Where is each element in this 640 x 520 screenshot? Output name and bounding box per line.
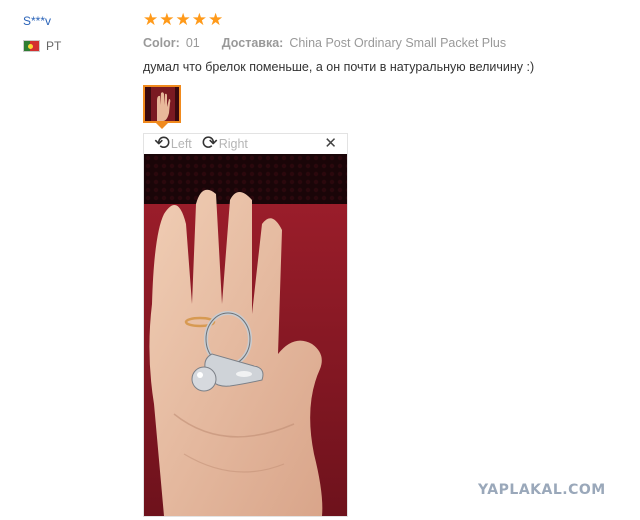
review-photo-thumbnail[interactable] — [143, 85, 181, 123]
country-code: PT — [46, 39, 62, 53]
star-icon: ★ — [191, 10, 207, 29]
star-icon: ★ — [143, 10, 159, 29]
rotate-right-label: Right — [218, 137, 248, 151]
photo-viewer: ⟲ Left ⟳ Right ✕ — [143, 133, 348, 517]
rotate-right-icon: ⟳ — [201, 133, 218, 154]
reviewer-name[interactable]: S***v — [23, 14, 51, 28]
rating-stars: ★ ★ ★ ★ ★ — [143, 10, 223, 30]
order-meta: Color: 01 Доставка: China Post Ordinary … — [143, 36, 506, 50]
star-icon: ★ — [208, 10, 224, 29]
star-icon: ★ — [159, 10, 175, 29]
rotate-left-icon: ⟲ — [154, 133, 170, 154]
portugal-flag-icon — [23, 40, 40, 52]
shipping-value: China Post Ordinary Small Packet Plus — [289, 36, 507, 50]
color-label: Color: — [143, 36, 180, 50]
watermark: YAPLAKAL.COM — [478, 482, 606, 498]
rotate-left-button[interactable]: ⟲ Left — [154, 133, 192, 154]
review-photo — [144, 154, 347, 516]
viewer-toolbar: ⟲ Left ⟳ Right ✕ — [144, 134, 347, 154]
rotate-left-label: Left — [170, 137, 192, 151]
close-icon[interactable]: ✕ — [324, 136, 337, 151]
star-icon: ★ — [175, 10, 191, 29]
reviewer-country: PT — [23, 39, 61, 53]
color-value: 01 — [185, 36, 200, 50]
thumbnail-pointer — [156, 123, 168, 129]
shipping-label: Доставка: — [221, 36, 284, 50]
review-text: думал что брелок поменьше, а он почти в … — [143, 60, 535, 74]
rotate-right-button[interactable]: ⟳ Right — [201, 133, 248, 154]
